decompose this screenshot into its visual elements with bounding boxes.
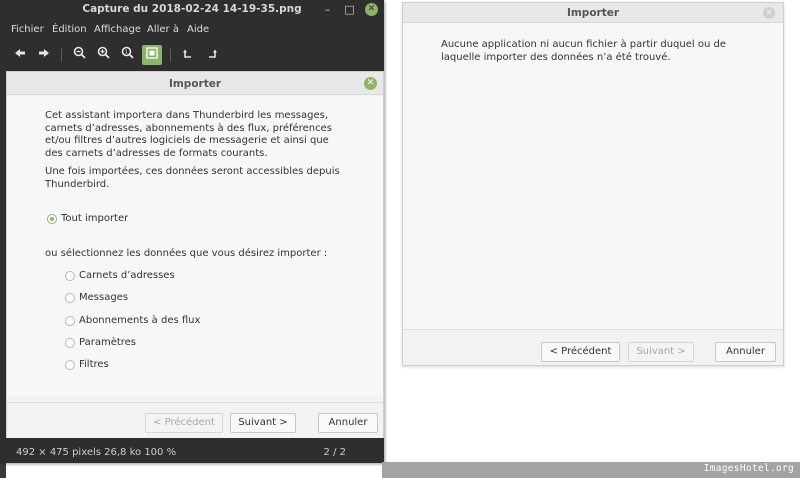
image-viewer-window: Capture du 2018-02-24 14-19-35.png – □ ✕… [0, 0, 384, 463]
radio-label: Tout importer [61, 213, 129, 224]
next-button[interactable]: Suivant > [628, 342, 694, 362]
menubar: Fichier Édition Affichage Aller à Aide [0, 19, 384, 41]
radio-icon [65, 292, 75, 303]
radio-settings[interactable]: Paramètres [65, 337, 136, 348]
rotate-left-icon[interactable] [178, 45, 198, 65]
close-icon[interactable]: ✕ [763, 7, 775, 19]
watermark: ImagesHotel.org [703, 463, 794, 474]
select-data-label: ou sélectionnez les données que vous dés… [45, 248, 328, 259]
menu-aller-a[interactable]: Aller à [147, 24, 179, 35]
page-indicator: 2 / 2 [323, 447, 346, 458]
import-dialog-footer: < Précédent Suivant > Annuler [7, 402, 383, 438]
import-dialog-footer: < Précédent Suivant > Annuler [403, 329, 783, 365]
import-dialog-titlebar: Importer ✕ [7, 72, 383, 95]
zoom-in-icon[interactable] [93, 45, 113, 65]
best-fit-icon[interactable] [142, 45, 162, 65]
arrow-left-icon[interactable] [10, 45, 30, 65]
cancel-button[interactable]: Annuler [318, 413, 378, 433]
radio-label: Messages [79, 292, 129, 303]
radio-filters[interactable]: Filtres [65, 359, 109, 370]
previous-button[interactable]: < Précédent [541, 342, 620, 362]
next-button[interactable]: Suivant > [230, 413, 296, 433]
zoom-fit-icon[interactable]: 1 [117, 45, 137, 65]
radio-icon [65, 315, 75, 326]
radio-icon [65, 270, 75, 281]
import-intro-text-2: Une fois importées, ces données seront a… [45, 166, 340, 190]
close-icon[interactable]: ✕ [364, 77, 377, 90]
radio-label: Filtres [79, 359, 109, 370]
import-dialog-body: Cet assistant importera dans Thunderbird… [7, 96, 383, 396]
radio-messages[interactable]: Messages [65, 292, 128, 303]
import-dialog-title: Importer [168, 78, 222, 90]
radio-label: Carnets d’adresses [79, 270, 175, 281]
image-info: 492 × 475 pixels 26,8 ko 100 % [16, 447, 177, 458]
svg-text:1: 1 [124, 50, 127, 56]
radio-import-all[interactable]: Tout importer [47, 213, 128, 224]
toolbar-separator [170, 48, 171, 62]
radio-icon [65, 337, 75, 348]
previous-button[interactable]: < Précédent [145, 413, 223, 433]
import-dialog-screenshot: Importer ✕ Cet assistant importera dans … [6, 71, 384, 438]
menu-fichier[interactable]: Fichier [11, 24, 44, 35]
import-dialog: Importer ✕ Aucune application ni aucun f… [402, 2, 784, 366]
minimize-icon[interactable]: – [321, 3, 334, 16]
radio-checked-icon [47, 213, 57, 224]
radio-label: Paramètres [79, 337, 137, 348]
menu-aide[interactable]: Aide [187, 24, 209, 35]
menu-affichage[interactable]: Affichage [94, 24, 141, 35]
viewer-titlebar: Capture du 2018-02-24 14-19-35.png – □ ✕ [0, 0, 384, 19]
toolbar-separator [61, 48, 62, 62]
no-source-message: Aucune application ni aucun fichier à pa… [441, 39, 726, 63]
viewer-statusbar: 492 × 475 pixels 26,8 ko 100 % 2 / 2 [0, 441, 384, 463]
zoom-out-icon[interactable] [69, 45, 89, 65]
close-icon[interactable]: ✕ [365, 3, 378, 16]
radio-label: Abonnements à des flux [79, 315, 201, 326]
arrow-right-icon[interactable] [34, 45, 54, 65]
maximize-icon[interactable]: □ [343, 3, 356, 16]
radio-icon [65, 359, 75, 370]
radio-address-books[interactable]: Carnets d’adresses [65, 270, 175, 281]
import-dialog-title: Importer [566, 7, 620, 19]
cancel-button[interactable]: Annuler [715, 342, 776, 362]
import-dialog-titlebar: Importer ✕ [403, 3, 783, 23]
menu-edition[interactable]: Édition [52, 24, 87, 35]
radio-feeds[interactable]: Abonnements à des flux [65, 315, 200, 326]
rotate-right-icon[interactable] [202, 45, 222, 65]
viewer-toolbar: 1 [0, 41, 384, 69]
import-intro-text: Cet assistant importera dans Thunderbird… [45, 110, 332, 159]
